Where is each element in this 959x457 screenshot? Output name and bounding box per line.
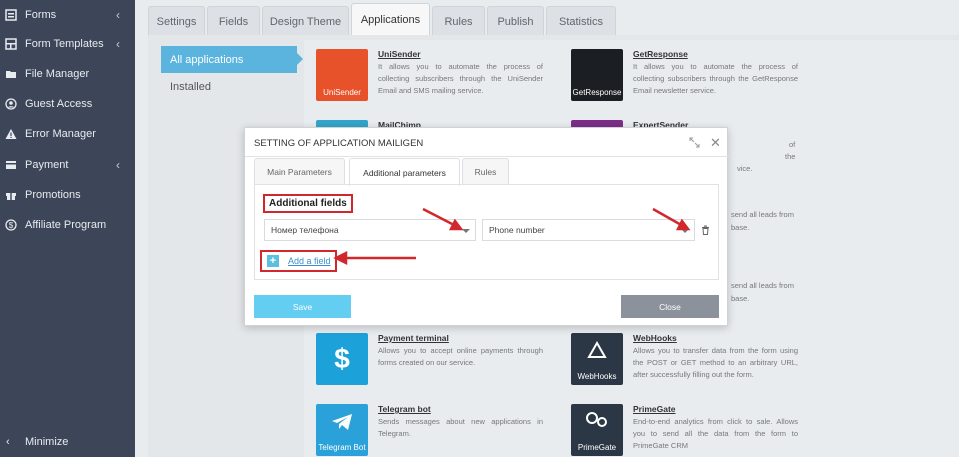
partial-text: send all leads from <box>731 281 794 290</box>
modal-divider <box>245 156 729 157</box>
tab-rules[interactable]: Rules <box>432 6 485 36</box>
add-field-label: Add a field <box>288 256 331 266</box>
app-name[interactable]: PrimeGate <box>633 404 676 414</box>
partial-text: send all leads from <box>731 210 794 219</box>
select-value: Phone number <box>489 225 545 235</box>
user-icon <box>4 98 17 111</box>
primegate-logo-icon: PrimeGate <box>571 404 623 456</box>
tab-settings[interactable]: Settings <box>148 6 205 36</box>
payment-icon <box>4 159 17 172</box>
tab-design-theme[interactable]: Design Theme <box>262 6 349 36</box>
sidebar-item-label: Forms <box>25 9 57 21</box>
logo-text: UniSender <box>323 88 361 97</box>
logo-text: GetResponse <box>572 88 622 97</box>
app-name[interactable]: Payment terminal <box>378 333 449 343</box>
partial-text: base. <box>731 294 750 303</box>
forms-icon <box>4 9 17 22</box>
tab-fields[interactable]: Fields <box>207 6 260 36</box>
settings-modal: SETTING OF APPLICATION MAILIGEN ✕ Main P… <box>244 127 729 326</box>
logo-text: $ <box>334 343 350 374</box>
close-icon[interactable]: ✕ <box>710 135 721 151</box>
parameter-select[interactable]: Phone number <box>482 219 695 241</box>
dollar-icon: $ <box>4 219 17 232</box>
menu-all-applications[interactable]: All applications <box>161 46 303 73</box>
sidebar-item-forms[interactable]: Forms ‹ <box>0 0 135 30</box>
app-description: It allows you to automate the process of… <box>633 62 798 95</box>
app-description: Allows you to accept online payments thr… <box>378 346 543 367</box>
minimize-label: Minimize <box>25 436 69 448</box>
app-name[interactable]: UniSender <box>378 49 421 59</box>
logo-text: Telegram Bot <box>318 443 366 452</box>
chevron-left-icon: ‹ <box>6 436 10 448</box>
chevron-down-icon <box>462 229 470 233</box>
form-field-select[interactable]: Номер телефона <box>264 219 476 241</box>
sidebar-item-guest-access[interactable]: Guest Access <box>0 89 135 119</box>
maximize-icon[interactable] <box>689 137 700 148</box>
partial-text: vice. <box>737 164 753 173</box>
save-button[interactable]: Save <box>254 295 351 318</box>
tab-applications[interactable]: Applications <box>351 3 430 36</box>
section-title: Additional fields <box>263 194 353 213</box>
getresponse-logo-icon: GetResponse <box>571 49 623 101</box>
tab-publish[interactable]: Publish <box>487 6 544 36</box>
modal-title: SETTING OF APPLICATION MAILIGEN <box>254 138 424 149</box>
chevron-down-icon <box>681 229 689 233</box>
tab-rules[interactable]: Rules <box>462 158 509 185</box>
dollar-logo-icon: $ <box>316 333 368 385</box>
chevron-left-icon: ‹ <box>116 158 120 172</box>
sidebar-item-label: Payment <box>25 159 69 171</box>
app-name[interactable]: WebHooks <box>633 333 677 343</box>
partial-text: the <box>785 152 796 161</box>
logo-text: WebHooks <box>577 372 617 381</box>
logo-text: PrimeGate <box>577 443 617 452</box>
app-description: Allows you to transfer data from the for… <box>633 346 798 379</box>
sidebar-item-promotions[interactable]: Promotions <box>0 180 135 210</box>
sidebar-item-label: Form Templates <box>25 38 104 50</box>
sidebar-item-label: Affiliate Program <box>25 219 107 231</box>
sidebar-item-form-templates[interactable]: Form Templates ‹ <box>0 29 135 59</box>
sidebar-minimize[interactable]: ‹ Minimize <box>0 430 135 454</box>
tab-additional-parameters[interactable]: Additional parameters <box>349 158 460 186</box>
app-description: End-to-end analytics from click to sale.… <box>633 417 798 450</box>
tab-main-parameters[interactable]: Main Parameters <box>254 158 345 185</box>
gift-icon <box>4 189 17 202</box>
plus-icon: + <box>267 255 279 267</box>
svg-text:$: $ <box>8 221 13 230</box>
app-description: Sends messages about new applications in… <box>378 417 543 438</box>
unisender-logo-icon: UniSender <box>316 49 368 101</box>
telegram-logo-icon: Telegram Bot <box>316 404 368 456</box>
webhooks-logo-icon: WebHooks <box>571 333 623 385</box>
sidebar-item-error-manager[interactable]: Error Manager <box>0 119 135 149</box>
trash-icon[interactable] <box>701 225 710 235</box>
partial-text: of <box>789 140 796 149</box>
template-icon <box>4 38 17 51</box>
sidebar-item-label: Error Manager <box>25 128 96 140</box>
sidebar-item-file-manager[interactable]: File Manager <box>0 59 135 89</box>
applications-filter-menu: All applications Installed <box>161 46 303 100</box>
sidebar-item-affiliate-program[interactable]: $ Affiliate Program <box>0 210 135 240</box>
sidebar: Forms ‹ Form Templates ‹ File Manager Gu… <box>0 0 135 457</box>
partial-text: base. <box>731 223 750 232</box>
close-button[interactable]: Close <box>621 295 719 318</box>
sidebar-item-label: Promotions <box>25 189 81 201</box>
app-description: It allows you to automate the process of… <box>378 62 543 95</box>
warning-icon <box>4 128 17 141</box>
menu-installed[interactable]: Installed <box>161 73 297 100</box>
chevron-left-icon: ‹ <box>116 37 120 51</box>
app-name[interactable]: GetResponse <box>633 49 688 59</box>
sidebar-item-payment[interactable]: Payment ‹ <box>0 150 135 180</box>
folder-icon <box>4 68 17 81</box>
additional-parameters-panel: Additional fields Номер телефона Phone n… <box>254 184 719 280</box>
app-name[interactable]: Telegram bot <box>378 404 431 414</box>
sidebar-item-label: File Manager <box>25 68 90 80</box>
chevron-left-icon: ‹ <box>116 8 120 22</box>
sidebar-item-label: Guest Access <box>25 98 93 110</box>
tab-statistics[interactable]: Statistics <box>546 6 616 36</box>
select-value: Номер телефона <box>271 225 339 235</box>
add-field-button[interactable]: + Add a field <box>260 250 337 272</box>
